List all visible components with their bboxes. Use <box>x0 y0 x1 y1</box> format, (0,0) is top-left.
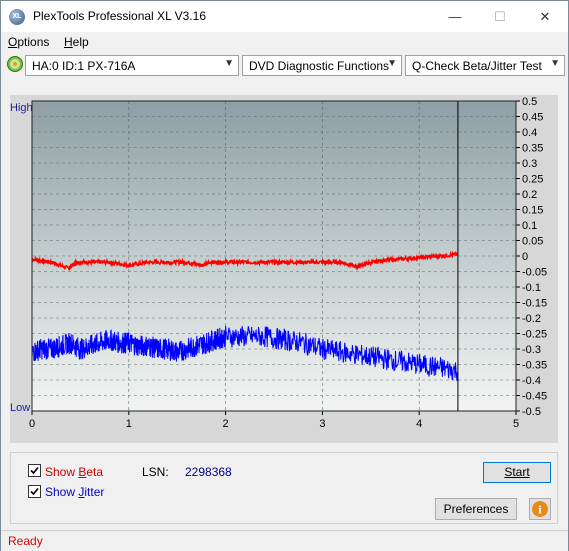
y-tick-label: 0.1 <box>522 220 537 232</box>
menu-bar: Options Help <box>1 32 568 52</box>
maximize-button[interactable]: ☐ <box>477 1 523 32</box>
checkmark-icon <box>30 466 39 475</box>
test-select[interactable]: Q-Check Beta/Jitter Test ▼ <box>405 55 565 76</box>
y-tick-label: -0.4 <box>522 375 541 387</box>
chart-panel: 0 1 2 3 4 5 0.5 0.45 0.4 0.35 0.3 0.25 0.2 0.15 0.1 0.… <box>10 95 558 443</box>
app-window: XL PlexTools Professional XL V3.16 — ☐ ✕… <box>0 0 569 551</box>
app-logo-icon: XL <box>9 9 25 25</box>
x-tick-label: 5 <box>513 418 519 430</box>
lsn-label: LSN: <box>142 465 169 479</box>
y-tick-label: -0.35 <box>522 360 547 372</box>
status-text: Ready <box>8 534 43 548</box>
y-tick-label: -0.2 <box>522 313 541 325</box>
y-tick-label: 0 <box>522 251 528 263</box>
chevron-down-icon: ▼ <box>550 58 560 69</box>
x-tick-label: 3 <box>319 418 325 430</box>
y-low-label: Low <box>10 402 30 414</box>
x-tick-label: 1 <box>126 418 132 430</box>
close-button[interactable]: ✕ <box>522 1 568 32</box>
y-tick-label: 0.05 <box>522 236 543 248</box>
y-tick-label: -0.25 <box>522 329 547 341</box>
drive-icon <box>7 56 23 72</box>
y-tick-label: 0.15 <box>522 205 543 217</box>
drive-select[interactable]: HA:0 ID:1 PX-716A ▼ <box>25 55 239 76</box>
info-icon: i <box>532 501 548 517</box>
preferences-button[interactable]: Preferences <box>435 498 517 520</box>
y-tick-label: 0.45 <box>522 112 543 124</box>
y-tick-label: 0.3 <box>522 158 537 170</box>
chevron-down-icon: ▼ <box>224 58 234 69</box>
y-tick-label: -0.3 <box>522 344 541 356</box>
beta-jitter-chart: 0 1 2 3 4 5 0.5 0.45 0.4 0.35 0.3 0.25 0.2 0.15 0.1 0.… <box>10 96 547 430</box>
x-tick-label: 4 <box>416 418 422 430</box>
x-tick-label: 0 <box>29 418 35 430</box>
title-bar: XL PlexTools Professional XL V3.16 — ☐ ✕ <box>1 1 568 32</box>
start-button[interactable]: Start <box>483 462 551 483</box>
window-title: PlexTools Professional XL V3.16 <box>33 9 206 23</box>
options-group: Show Beta Show Jitter LSN: 2298368 Start… <box>10 452 558 524</box>
lsn-value: 2298368 <box>185 465 232 479</box>
y-tick-label: 0.5 <box>522 96 537 108</box>
y-tick-label: -0.05 <box>522 267 547 279</box>
minimize-button[interactable]: — <box>432 1 478 32</box>
menu-options[interactable]: Options <box>8 35 49 49</box>
y-tick-label: 0.25 <box>522 174 543 186</box>
y-high-label: High <box>10 102 33 114</box>
show-beta-checkbox[interactable] <box>28 464 41 477</box>
x-tick-label: 2 <box>223 418 229 430</box>
show-jitter-checkbox[interactable] <box>28 485 41 498</box>
y-tick-label: 0.35 <box>522 143 543 155</box>
checkmark-icon <box>30 487 39 496</box>
show-beta-label[interactable]: Show Beta <box>45 465 103 479</box>
y-tick-label: 0.2 <box>522 189 537 201</box>
show-jitter-label[interactable]: Show Jitter <box>45 485 104 499</box>
info-button[interactable]: i <box>529 498 551 520</box>
toolbar: HA:0 ID:1 PX-716A ▼ DVD Diagnostic Funct… <box>1 53 568 80</box>
chevron-down-icon: ▼ <box>387 58 397 69</box>
y-tick-label: -0.45 <box>522 391 547 403</box>
y-tick-label: 0.4 <box>522 127 537 139</box>
y-tick-label: -0.15 <box>522 298 547 310</box>
function-select[interactable]: DVD Diagnostic Functions ▼ <box>242 55 402 76</box>
y-tick-label: -0.1 <box>522 282 541 294</box>
y-tick-label: -0.5 <box>522 406 541 418</box>
menu-help[interactable]: Help <box>64 35 89 49</box>
status-bar: Ready <box>1 530 568 551</box>
